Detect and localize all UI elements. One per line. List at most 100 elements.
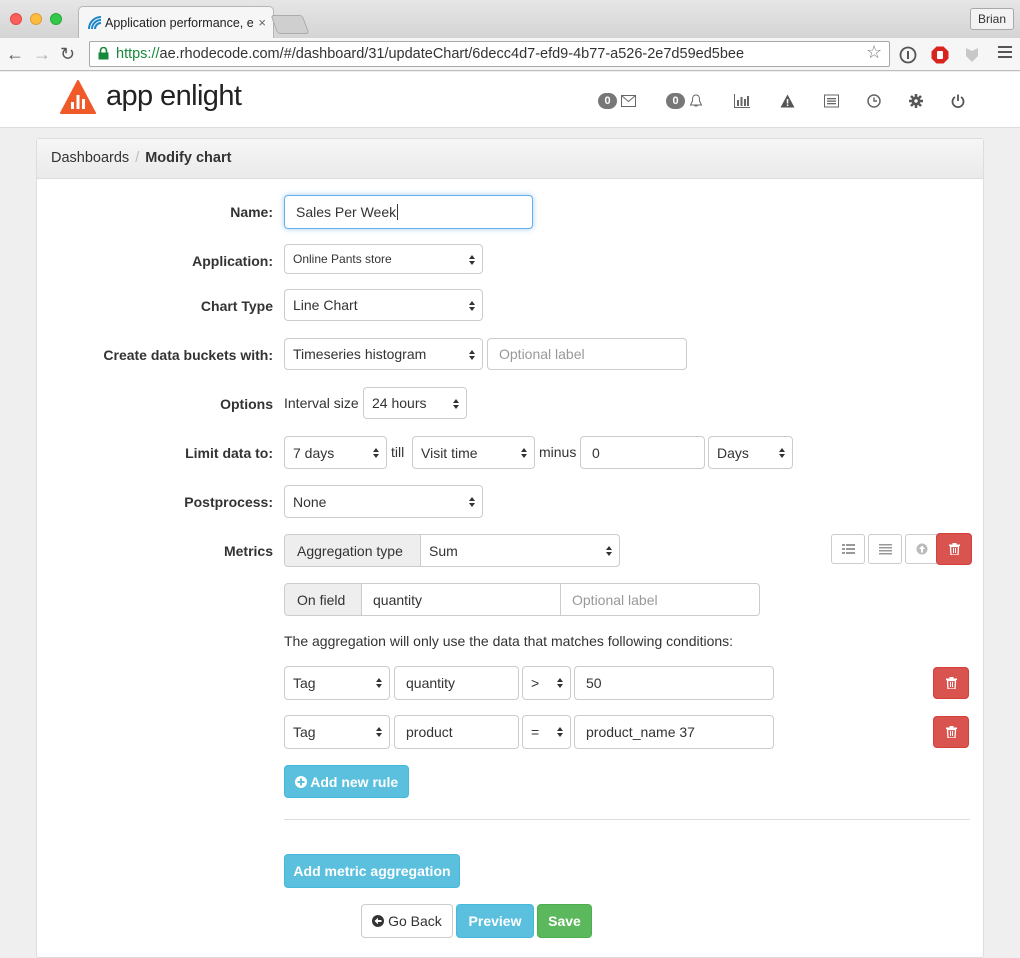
limit-range-select[interactable]: 7 days [284,436,387,469]
add-metric-aggregation-button[interactable]: Add metric aggregation [284,854,460,888]
save-button[interactable]: Save [537,904,592,938]
rule-1-value: 50 [586,675,602,691]
url-scheme: https:// [116,46,160,62]
tab-close-icon[interactable]: × [258,15,266,30]
postprocess-label: Postprocess: [184,494,273,510]
time-unit-select-value: Days [717,445,749,461]
rule-2-delete-button[interactable] [933,716,969,748]
forward-arrow-icon[interactable]: → [33,43,51,65]
rule-2-operator-value: = [531,724,540,740]
align-justify-button[interactable] [868,534,902,564]
move-up-button[interactable] [905,534,939,564]
messages-badge: 0 [598,93,617,109]
breadcrumb-current: Modify chart [145,150,232,166]
select-arrows-icon [557,727,563,737]
rule-2-type-value: Tag [293,724,316,740]
breadcrumb: Dashboards / Modify chart [37,139,983,179]
url-text: ae.rhodecode.com/#/dashboard/31/updateCh… [159,46,745,62]
rule-2-type-select[interactable]: Tag [284,715,390,749]
rule-1-field-input[interactable]: quantity [394,666,519,700]
metrics-label: Metrics [223,543,273,559]
app-header: app enlight 0 0 [0,72,1020,128]
adblock-icon[interactable] [931,46,949,64]
logo-text[interactable]: app enlight [106,80,242,113]
minus-input[interactable]: 0 [580,436,705,469]
preview-button[interactable]: Preview [456,904,534,938]
metrics-divider [284,819,970,820]
on-field-addon: On field [284,583,362,616]
messages-button[interactable]: 0 [598,93,636,109]
postprocess-select-value: None [293,494,327,510]
rule-2-field-input[interactable]: product [394,715,519,749]
till-select-value: Visit time [421,445,478,461]
add-new-rule-label: Add new rule [310,774,399,790]
clock-icon[interactable] [867,93,881,109]
app-enlight-logo-icon[interactable] [60,80,96,114]
name-input-value: Sales Per Week [296,204,397,220]
postprocess-select[interactable]: None [284,485,483,518]
add-new-rule-button[interactable]: Add new rule [284,765,409,798]
field-input[interactable]: quantity [361,583,561,616]
buckets-select-value: Timeseries histogram [293,346,427,362]
rule-2-value-input[interactable]: product_name 37 [574,715,774,749]
buckets-select[interactable]: Timeseries histogram [284,338,483,370]
favicon-icon [88,16,102,30]
minimize-window-button[interactable] [30,13,42,25]
rule-1-delete-button[interactable] [933,667,969,699]
new-tab-button[interactable] [270,15,310,34]
select-arrows-icon [469,301,475,311]
name-input[interactable]: Sales Per Week [284,195,533,229]
breadcrumb-separator: / [135,150,140,166]
interval-size-select[interactable]: 24 hours [363,387,467,419]
breadcrumb-dashboards-link[interactable]: Dashboards [51,150,129,166]
browser-tab-bar: Application performance, e × Brian [0,0,1020,38]
select-arrows-icon [469,497,475,507]
notifications-button[interactable]: 0 [666,93,703,109]
minus-input-value: 0 [592,445,600,461]
till-select[interactable]: Visit time [412,436,535,469]
rule-1-value-input[interactable]: 50 [574,666,774,700]
go-back-button[interactable]: Go Back [361,904,453,938]
time-unit-select[interactable]: Days [708,436,793,469]
extension-info-icon[interactable] [899,46,917,64]
rule-1-type-select[interactable]: Tag [284,666,390,700]
close-window-button[interactable] [10,13,22,25]
name-label: Name: [230,204,273,220]
gear-icon[interactable] [909,93,923,109]
select-arrows-icon [376,678,382,688]
circle-arrow-up-icon [916,543,928,555]
shield-extension-icon[interactable] [963,46,981,64]
power-icon[interactable] [951,93,965,109]
delete-metric-button[interactable] [936,533,972,565]
trash-icon [946,726,957,738]
rule-1-operator-select[interactable]: > [522,666,571,700]
list-alt-icon[interactable] [824,93,839,109]
interval-size-label: Interval size [284,395,359,411]
select-arrows-icon [779,448,785,458]
reload-icon[interactable]: ↻ [60,43,75,65]
rule-2-operator-select[interactable]: = [522,715,571,749]
browser-menu-icon[interactable] [998,46,1012,61]
zoom-window-button[interactable] [50,13,62,25]
select-arrows-icon [606,546,612,556]
chart-type-select[interactable]: Line Chart [284,289,483,321]
modify-chart-panel: Dashboards / Modify chart Name: Sales Per … [36,138,984,958]
profile-button[interactable]: Brian [969,8,1014,30]
back-arrow-icon[interactable]: ← [6,43,24,65]
bar-chart-icon[interactable] [734,93,750,109]
select-arrows-icon [557,678,563,688]
list-view-button[interactable] [831,534,865,564]
address-bar[interactable]: https://ae.rhodecode.com/#/dashboard/31/… [89,41,890,67]
field-optional-label-input[interactable]: Optional label [560,583,760,616]
chart-type-select-value: Line Chart [293,297,358,313]
plus-circle-icon [294,776,307,788]
tab-title: Application performance, e [105,16,254,30]
warning-icon[interactable] [780,93,795,109]
aggregation-type-select[interactable]: Sum [420,534,620,567]
bookmark-star-icon[interactable]: ☆ [866,42,882,63]
browser-tab[interactable]: Application performance, e × [78,6,274,38]
envelope-icon [620,95,636,107]
application-select[interactable]: Online Pants store [284,244,483,274]
browser-toolbar: ← → ↻ https://ae.rhodecode.com/#/dashboa… [0,38,1020,71]
buckets-optional-label-input[interactable]: Optional label [487,338,687,370]
